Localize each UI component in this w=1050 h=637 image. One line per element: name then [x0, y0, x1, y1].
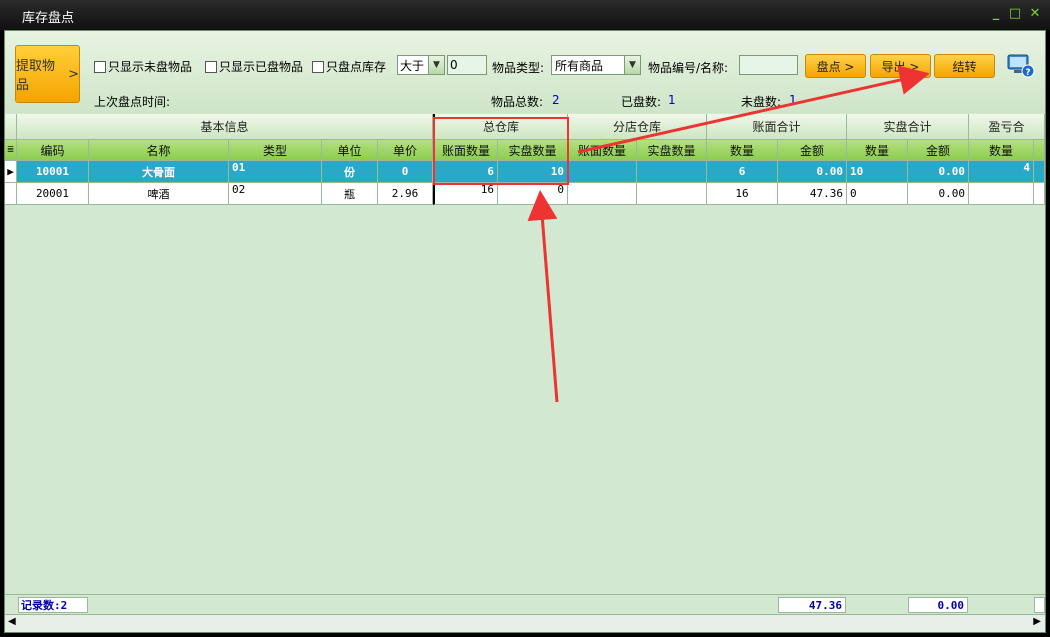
arrow-to-real-qty-icon: [527, 190, 559, 403]
annotation-arrows: [527, 65, 930, 403]
arrow-to-carry-over-icon: [577, 65, 930, 154]
